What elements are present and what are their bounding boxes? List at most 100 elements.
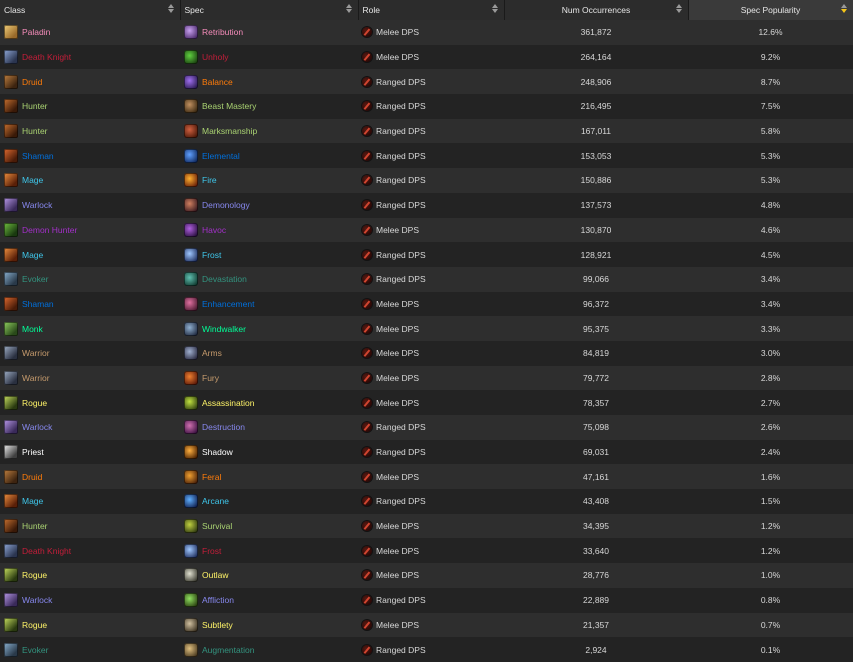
cell-spec-popularity: 3.0% [760, 348, 781, 359]
sort-icon[interactable] [167, 4, 174, 13]
cell-class: Shaman [0, 292, 180, 317]
table-row[interactable]: Druid Balance Ranged DPS 248,906 8.7% [0, 69, 853, 95]
table-row[interactable]: Demon Hunter Havoc Melee DPS 130,870 4.6… [0, 217, 853, 243]
priest-class-icon [4, 445, 18, 460]
cell-num-occurrences: 248,906 [580, 76, 612, 87]
cell-num-occurrences: 79,772 [583, 372, 609, 383]
spec-name: Windwalker [202, 323, 246, 334]
table-row[interactable]: Warlock Affliction Ranged DPS 22,889 0.8… [0, 587, 853, 613]
cell-spec-popularity: 2.8% [760, 372, 781, 383]
cell-spec: Survival [180, 514, 358, 539]
cell-spec-popularity: 7.5% [760, 101, 781, 112]
spec-name: Arms [202, 348, 222, 359]
cell-spec: Fire [180, 168, 358, 193]
column-header-spec-popularity[interactable]: Spec Popularity [688, 0, 853, 20]
column-header-label: Spec [184, 5, 204, 15]
cell-role: Melee DPS [358, 20, 504, 45]
column-header-class[interactable]: Class [0, 0, 181, 20]
table-row[interactable]: Mage Frost Ranged DPS 128,921 4.5% [0, 242, 853, 267]
cell-num-occurrences: 43,408 [583, 496, 609, 507]
frost-spec-icon [184, 247, 198, 262]
cell-class: Warlock [0, 588, 180, 613]
table-row[interactable]: Rogue Outlaw Melee DPS 28,776 1.0% [0, 563, 853, 588]
cell-num-occurrences: 47,161 [583, 471, 609, 482]
spec-name: Outlaw [202, 570, 229, 581]
mage-class-icon [4, 173, 18, 188]
table-row[interactable]: Warrior Arms Melee DPS 84,819 3.0% [0, 340, 853, 366]
dps-role-icon [362, 150, 372, 161]
spec-name: Fire [202, 175, 217, 186]
table-row[interactable]: Evoker Devastation Ranged DPS 99,066 3.4… [0, 266, 853, 292]
dps-role-icon [362, 126, 372, 137]
class-name: Shaman [22, 298, 54, 309]
spec-name: Shadow [202, 447, 233, 458]
cell-spec-popularity: 2.7% [760, 397, 781, 408]
cell-spec-popularity: 0.8% [760, 595, 781, 606]
cell-spec: Destruction [180, 415, 358, 440]
demon-hunter-class-icon [4, 222, 18, 237]
cell-role: Ranged DPS [358, 94, 504, 119]
table-row[interactable]: Evoker Augmentation Ranged DPS 2,924 0.1… [0, 637, 853, 662]
paladin-class-icon [4, 25, 18, 40]
cell-spec-popularity: 1.5% [760, 496, 781, 507]
spec-name: Survival [202, 521, 233, 532]
sort-icon[interactable] [675, 4, 682, 13]
table-row[interactable]: Monk Windwalker Melee DPS 95,375 3.3% [0, 316, 853, 341]
cell-class: Rogue [0, 563, 180, 588]
cell-role: Melee DPS [358, 218, 504, 243]
cell-spec-popularity: 5.3% [760, 175, 781, 186]
mage-class-icon [4, 494, 18, 509]
table-row[interactable]: Warlock Demonology Ranged DPS 137,573 4.… [0, 192, 853, 218]
role-name: Ranged DPS [376, 422, 426, 433]
table-row[interactable]: Death Knight Frost Melee DPS 33,640 1.2% [0, 538, 853, 564]
sort-icon[interactable] [345, 4, 352, 13]
table-row[interactable]: Rogue Assassination Melee DPS 78,357 2.7… [0, 390, 853, 415]
table-row[interactable]: Hunter Marksmanship Ranged DPS 167,011 5… [0, 118, 853, 144]
table-row[interactable]: Mage Arcane Ranged DPS 43,408 1.5% [0, 489, 853, 514]
warlock-class-icon [4, 420, 18, 435]
spec-name: Demonology [202, 200, 250, 211]
cell-spec-popularity: 3.4% [760, 274, 781, 285]
column-header-spec[interactable]: Spec [180, 0, 359, 20]
class-name: Warrior [22, 348, 50, 359]
table-row[interactable]: Warlock Destruction Ranged DPS 75,098 2.… [0, 415, 853, 440]
table-row[interactable]: Mage Fire Ranged DPS 150,886 5.3% [0, 168, 853, 193]
sort-icon[interactable] [491, 4, 498, 13]
spec-name: Arcane [202, 496, 229, 507]
feral-spec-icon [184, 469, 198, 484]
cell-class: Mage [0, 242, 180, 267]
column-header-num-occurrences[interactable]: Num Occurrences [504, 0, 689, 20]
table-row[interactable]: Druid Feral Melee DPS 47,161 1.6% [0, 464, 853, 490]
cell-num-occurrences: 75,098 [583, 422, 609, 433]
cell-spec-popularity: 4.5% [760, 249, 781, 260]
table-row[interactable]: Hunter Survival Melee DPS 34,395 1.2% [0, 513, 853, 539]
cell-class: Warlock [0, 193, 180, 218]
table-row[interactable]: Shaman Elemental Ranged DPS 153,053 5.3% [0, 143, 853, 169]
sort-icon-active[interactable] [840, 4, 847, 13]
rogue-class-icon [4, 568, 18, 583]
column-header-role[interactable]: Role [358, 0, 505, 20]
table-row[interactable]: Paladin Retribution Melee DPS 361,872 12… [0, 20, 853, 45]
table-row[interactable]: Rogue Subtlety Melee DPS 21,357 0.7% [0, 612, 853, 638]
warlock-class-icon [4, 593, 18, 608]
role-name: Melee DPS [376, 521, 419, 532]
unholy-spec-icon [184, 50, 198, 65]
cell-role: Ranged DPS [358, 267, 504, 292]
druid-class-icon [4, 74, 18, 89]
cell-spec-popularity: 1.2% [760, 521, 781, 532]
class-name: Mage [22, 496, 44, 507]
table-row[interactable]: Shaman Enhancement Melee DPS 96,372 3.4% [0, 291, 853, 317]
cell-spec: Frost [180, 242, 358, 267]
table-row[interactable]: Hunter Beast Mastery Ranged DPS 216,495 … [0, 94, 853, 119]
dps-role-icon [362, 595, 372, 606]
class-name: Warrior [22, 372, 50, 383]
table-row[interactable]: Warrior Fury Melee DPS 79,772 2.8% [0, 365, 853, 391]
cell-spec: Subtlety [180, 613, 358, 638]
table-row[interactable]: Priest Shadow Ranged DPS 69,031 2.4% [0, 439, 853, 465]
druid-class-icon [4, 469, 18, 484]
table-row[interactable]: Death Knight Unholy Melee DPS 264,164 9.… [0, 44, 853, 70]
dps-role-icon [362, 397, 372, 408]
cell-num-occurrences: 128,921 [580, 249, 612, 260]
spec-name: Elemental [202, 150, 240, 161]
role-name: Ranged DPS [376, 274, 426, 285]
